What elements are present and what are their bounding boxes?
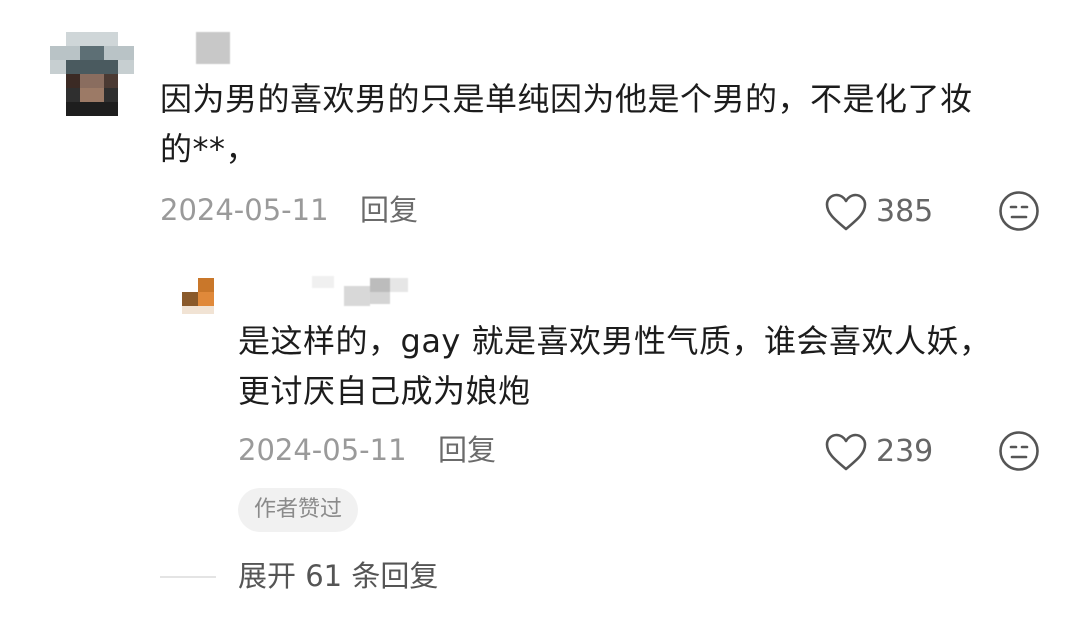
comment-text-line: 因为男的喜欢男的只是单纯因为他是个男的，不是化了妆: [160, 80, 973, 118]
neutral-face-icon: [999, 191, 1039, 231]
author-liked-badge: 作者赞过: [238, 488, 359, 532]
comment-text: 因为男的喜欢男的只是单纯因为他是个男的，不是化了妆 的**，: [160, 74, 1040, 174]
avatar[interactable]: [50, 32, 134, 116]
reply-username[interactable]: [310, 274, 410, 308]
reply-text-line: 是这样的，gay 就是喜欢男性气质，谁会喜欢人妖，: [238, 322, 992, 360]
reply-like-button[interactable]: 239: [824, 430, 944, 474]
expand-divider: [160, 576, 216, 578]
heart-outline-icon: [825, 193, 867, 231]
like-count: 385: [876, 194, 934, 229]
reply-dislike-button[interactable]: [998, 430, 1040, 472]
reply-button[interactable]: 回复: [360, 190, 418, 230]
reply-text: 是这样的，gay 就是喜欢男性气质，谁会喜欢人妖， 更讨厌自己成为娘炮: [238, 316, 1038, 416]
expand-replies-button[interactable]: 展开 61 条回复: [238, 556, 438, 596]
reply-reply-button[interactable]: 回复: [438, 430, 496, 470]
reply-text-line: 更讨厌自己成为娘炮: [238, 372, 531, 410]
neutral-face-icon: [999, 431, 1039, 471]
reply-avatar[interactable]: [162, 272, 222, 320]
username[interactable]: [196, 32, 230, 64]
reply-date: 2024-05-11: [238, 433, 407, 467]
like-button[interactable]: 385: [824, 190, 944, 234]
comment-text-line: 的**，: [160, 130, 259, 168]
comment-date: 2024-05-11: [160, 193, 329, 227]
dislike-button[interactable]: [998, 190, 1040, 232]
heart-outline-icon: [825, 433, 867, 471]
reply-like-count: 239: [876, 434, 934, 469]
